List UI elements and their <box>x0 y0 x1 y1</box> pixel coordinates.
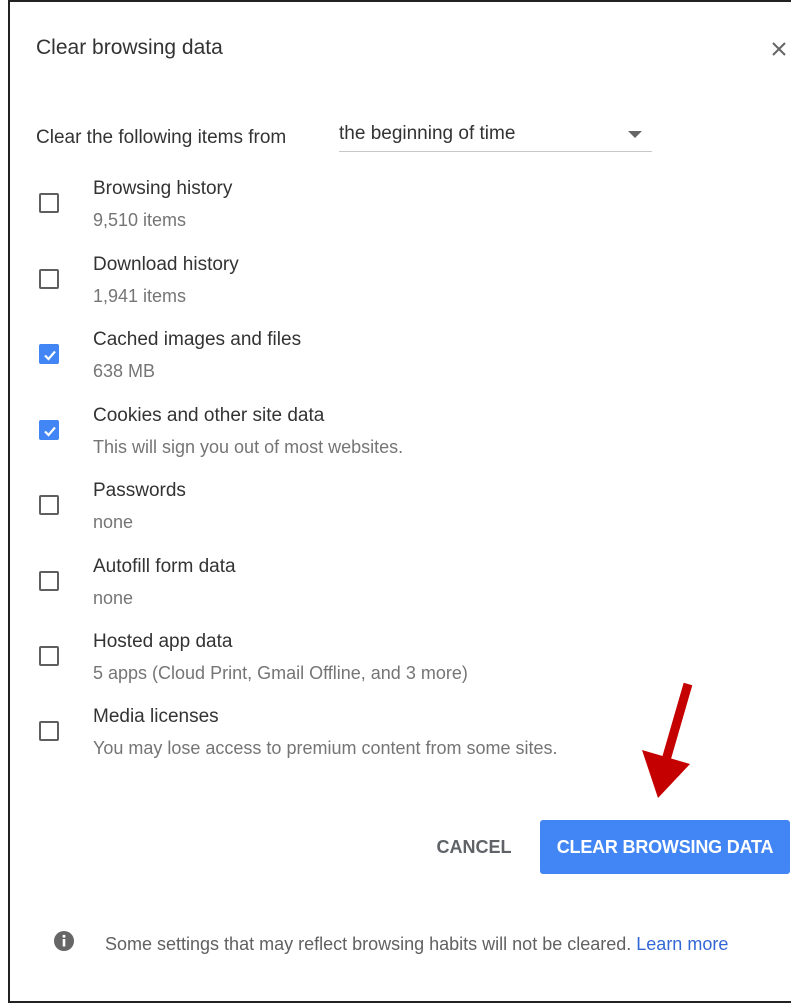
item-passwords: Passwords none <box>36 480 736 550</box>
cancel-button[interactable]: CANCEL <box>426 822 522 872</box>
item-autofill: Autofill form data none <box>36 556 736 626</box>
checkbox-browsing-history[interactable] <box>39 193 59 213</box>
item-title: Media licenses <box>93 706 219 727</box>
item-subtitle: none <box>93 512 134 532</box>
item-subtitle: 5 apps (Cloud Print, Gmail Offline, and … <box>93 663 468 683</box>
checkbox-cookies[interactable] <box>39 420 59 440</box>
info-message-text: Some settings that may reflect browsing … <box>105 934 632 954</box>
item-subtitle: 638 MB <box>93 361 156 381</box>
item-title: Passwords <box>93 480 186 501</box>
checkbox-hosted-app-data[interactable] <box>39 646 59 666</box>
clear-browsing-data-button[interactable]: CLEAR BROWSING DATA <box>540 820 790 874</box>
checkmark-icon <box>44 350 56 361</box>
item-title: Hosted app data <box>93 631 233 652</box>
item-title: Browsing history <box>93 178 233 199</box>
checkbox-media-licenses[interactable] <box>39 721 59 741</box>
item-title: Autofill form data <box>93 556 236 577</box>
checkbox-autofill[interactable] <box>39 571 59 591</box>
info-message: Some settings that may reflect browsing … <box>105 929 785 959</box>
learn-more-link[interactable]: Learn more <box>636 934 728 954</box>
clear-browsing-data-dialog: Clear browsing data Clear the following … <box>8 0 791 1003</box>
dialog-title: Clear browsing data <box>36 36 223 59</box>
item-title: Cached images and files <box>93 329 302 350</box>
item-subtitle: This will sign you out of most websites. <box>93 437 404 457</box>
item-subtitle: 1,941 items <box>93 286 187 306</box>
item-hosted-app-data: Hosted app data 5 apps (Cloud Print, Gma… <box>36 631 736 701</box>
time-range-label: Clear the following items from <box>36 127 287 148</box>
red-arrow-icon <box>642 682 693 798</box>
close-icon[interactable] <box>768 38 790 60</box>
info-icon <box>54 931 74 951</box>
time-range-value: the beginning of time <box>339 123 516 144</box>
checkbox-cached-images[interactable] <box>39 344 59 364</box>
item-subtitle: You may lose access to premium content f… <box>93 738 558 758</box>
checkbox-download-history[interactable] <box>39 269 59 289</box>
item-title: Cookies and other site data <box>93 405 325 426</box>
item-download-history: Download history 1,941 items <box>36 254 736 324</box>
item-subtitle: 9,510 items <box>93 210 187 230</box>
item-browsing-history: Browsing history 9,510 items <box>36 178 736 248</box>
checkmark-icon <box>44 426 56 437</box>
time-range-dropdown[interactable]: the beginning of time <box>339 117 652 152</box>
item-media-licenses: Media licenses You may lose access to pr… <box>36 706 736 776</box>
item-subtitle: none <box>93 588 134 608</box>
item-cached-images: Cached images and files 638 MB <box>36 329 736 399</box>
item-title: Download history <box>93 254 239 275</box>
chevron-down-icon <box>628 131 642 138</box>
checkbox-passwords[interactable] <box>39 495 59 515</box>
item-cookies: Cookies and other site data This will si… <box>36 405 736 475</box>
